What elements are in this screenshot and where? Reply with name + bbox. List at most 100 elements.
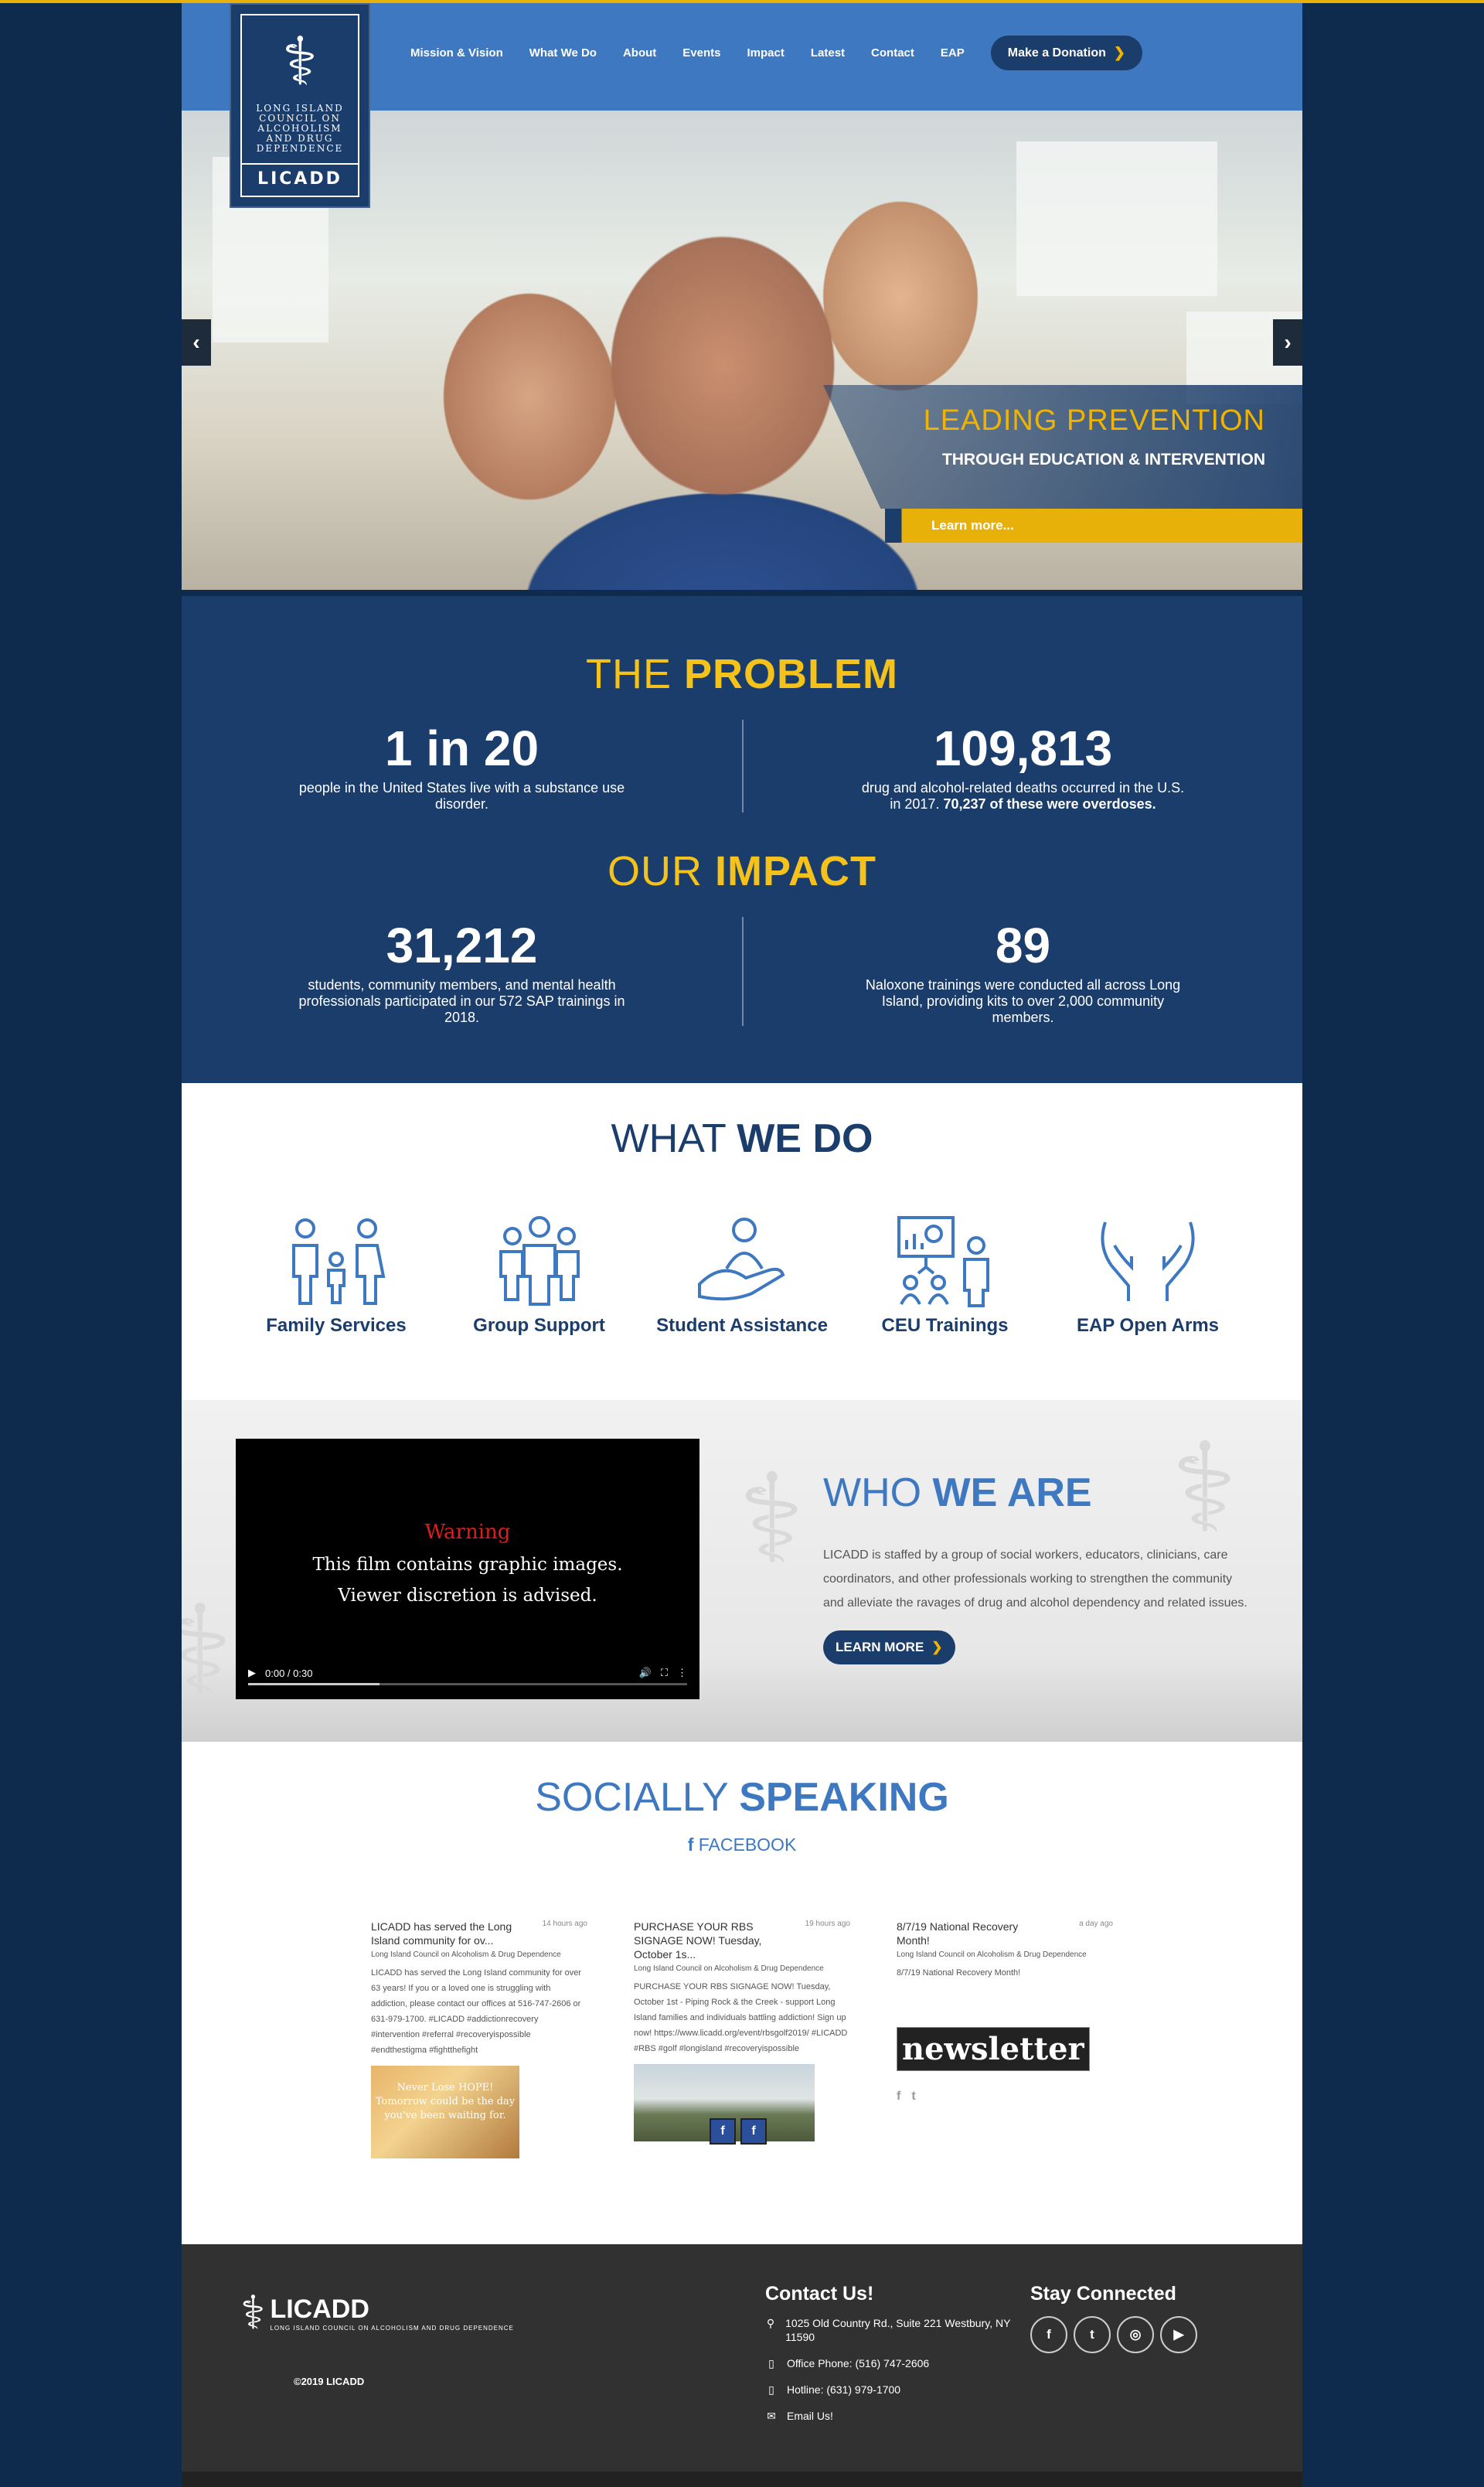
facebook-sign-icon: f	[710, 2118, 736, 2145]
nav-about[interactable]: About	[623, 46, 656, 60]
facebook-icon[interactable]: f	[1030, 2316, 1067, 2353]
nav-contact[interactable]: Contact	[871, 46, 914, 60]
newsletter-image[interactable]: newsletter	[897, 2027, 1113, 2071]
post-image[interactable]: Never Lose HOPE! Tomorrow could be the d…	[371, 2066, 519, 2158]
facebook-sign-icon: f	[740, 2118, 767, 2145]
newsletter-letters: newsletter	[897, 2027, 1090, 2071]
envelope-icon: ✉	[767, 2410, 776, 2422]
instagram-icon[interactable]: ◎	[1117, 2316, 1154, 2353]
facebook-post[interactable]: LICADD has served the Long Island commun…	[371, 1920, 587, 2158]
footer-logo[interactable]: ⚕ LICADD LONG ISLAND COUNCIL ON ALCOHOLI…	[240, 2286, 514, 2340]
stat-text: people in the United States live with a …	[298, 780, 625, 812]
what-we-do-section: WHAT WE DO Family Services Group Support	[182, 1083, 1302, 1400]
copyright: ©2019 LICADD	[294, 2376, 365, 2387]
video-warning-title: Warning	[424, 1521, 511, 1544]
video-buffered	[248, 1683, 380, 1685]
hero-caption-title: LEADING PREVENTION	[923, 404, 1265, 437]
service-label: EAP Open Arms	[1076, 1315, 1220, 1336]
video-progress-bar[interactable]	[248, 1683, 687, 1685]
site-footer: ⚕ LICADD LONG ISLAND COUNCIL ON ALCOHOLI…	[182, 2244, 1302, 2472]
stat-number: 31,212	[386, 918, 538, 973]
learn-more-button[interactable]: LEARN MORE ❯	[823, 1630, 955, 1664]
slider-prev-button[interactable]: ‹	[182, 319, 211, 366]
more-options-icon[interactable]: ⋮	[677, 1667, 687, 1679]
share-icons: f t	[897, 2090, 1113, 2104]
service-ceu-trainings[interactable]: CEU Trainings	[853, 1215, 1038, 1337]
email-link[interactable]: Email Us!	[787, 2409, 833, 2423]
service-group-support[interactable]: Group Support	[447, 1215, 632, 1337]
footer-bottom-bar	[182, 2472, 1302, 2487]
logo-name: LICADD	[242, 163, 358, 189]
hero-learn-more-link[interactable]: Learn more...	[885, 509, 1302, 543]
twitter-icon[interactable]: t	[1074, 2316, 1111, 2353]
office-phone[interactable]: Office Phone: (516) 747-2606	[787, 2356, 929, 2370]
service-family[interactable]: Family Services	[243, 1215, 429, 1337]
learn-more-label: LEARN MORE	[836, 1640, 924, 1654]
post-time: 19 hours ago	[805, 1920, 850, 1928]
post-body: PURCHASE YOUR RBS SIGNAGE NOW! Tuesday, …	[634, 1982, 848, 2053]
nav-eap[interactable]: EAP	[941, 46, 965, 60]
site-header: ⚕ LONG ISLAND COUNCIL ON ALCOHOLISM AND …	[182, 3, 1302, 208]
fullscreen-icon[interactable]: ⛶	[661, 1667, 668, 1679]
post-body: LICADD has served the Long Island commun…	[371, 1968, 582, 2055]
facebook-post[interactable]: PURCHASE YOUR RBS SIGNAGE NOW! Tuesday, …	[634, 1920, 850, 2145]
group-icon	[499, 1216, 580, 1306]
nav-mission-vision[interactable]: Mission & Vision	[410, 46, 503, 60]
facebook-post[interactable]: 8/7/19 National Recovery Month! a day ago…	[897, 1920, 1113, 2104]
twitter-share-icon[interactable]: t	[911, 2090, 915, 2104]
service-label: Student Assistance	[656, 1315, 828, 1336]
donate-label: Make a Donation	[1007, 46, 1106, 60]
donate-button[interactable]: Make a Donation ❯	[990, 36, 1142, 70]
caduceus-key-icon: ⚕	[281, 23, 318, 101]
slider-next-button[interactable]: ›	[1273, 319, 1302, 366]
service-student-assistance[interactable]: Student Assistance	[649, 1215, 835, 1337]
nav-events[interactable]: Events	[682, 46, 720, 60]
facebook-link[interactable]: f FACEBOOK	[182, 1835, 1302, 1855]
background-caduceus-icon: ⚕	[182, 1578, 233, 1722]
main-nav: Mission & Vision What We Do About Events…	[410, 36, 1142, 70]
stay-connected-heading: Stay Connected	[1030, 2283, 1176, 2305]
stat-number: 89	[995, 918, 1051, 973]
service-label: CEU Trainings	[881, 1315, 1009, 1336]
nav-what-we-do[interactable]: What We Do	[529, 46, 597, 60]
problem-heading: THE PROBLEM	[585, 651, 898, 697]
footer-stay-connected: Stay Connected f t ◎ ▶	[1030, 2283, 1197, 2353]
background-caduceus-icon: ⚕	[1171, 1416, 1238, 1560]
stat-text: students, community members, and mental …	[298, 977, 625, 1025]
chevron-right-icon: ❯	[931, 1640, 943, 1654]
nav-impact[interactable]: Impact	[747, 46, 785, 60]
logo-subtitle: LONG ISLAND COUNCIL ON ALCOHOLISM AND DR…	[256, 103, 344, 154]
youtube-icon[interactable]: ▶	[1160, 2316, 1197, 2353]
impact-stats: 31,212 students, community members, and …	[182, 917, 1302, 1026]
hero-caption-subtitle: THROUGH EDUCATION & INTERVENTION	[941, 451, 1265, 468]
address: 1025 Old Country Rd., Suite 221 Westbury…	[785, 2317, 1011, 2343]
stat-text: drug and alcohol-related deaths occurred…	[861, 780, 1185, 812]
post-time: a day ago	[1079, 1920, 1113, 1928]
site-logo[interactable]: ⚕ LONG ISLAND COUNCIL ON ALCOHOLISM AND …	[230, 3, 370, 208]
service-label: Group Support	[473, 1315, 605, 1336]
caduceus-key-icon: ⚕	[240, 2286, 266, 2340]
contact-heading: Contact Us!	[765, 2283, 874, 2305]
nav-latest[interactable]: Latest	[811, 46, 845, 60]
hotline[interactable]: Hotline: (631) 979-1700	[787, 2383, 900, 2397]
play-icon[interactable]: ▶	[248, 1667, 256, 1679]
footer-logo-subtitle: LONG ISLAND COUNCIL ON ALCOHOLISM AND DR…	[270, 2325, 514, 2332]
stat-item: 109,813 drug and alcohol-related deaths …	[742, 720, 1302, 813]
post-image[interactable]: f f	[634, 2064, 815, 2145]
who-we-are-section: ⚕ ⚕ ⚕ Warning This film contains graphic…	[182, 1400, 1302, 1742]
post-time: 14 hours ago	[542, 1920, 587, 1928]
background-caduceus-icon: ⚕	[738, 1446, 805, 1591]
footer-contact: Contact Us! ⚲ 1025 Old Country Rd., Suite…	[765, 2283, 1013, 2435]
warning-video-player[interactable]: Warning This film contains graphic image…	[236, 1439, 699, 1699]
service-label: Family Services	[266, 1315, 407, 1336]
video-controls: ▶ 0:00 / 0:30 🔊 ⛶ ⋮	[248, 1667, 687, 1679]
volume-icon[interactable]: 🔊	[639, 1667, 652, 1679]
stat-number: 109,813	[933, 721, 1113, 776]
facebook-share-icon[interactable]: f	[897, 2090, 900, 2104]
phone-icon: ▯	[768, 2383, 774, 2396]
service-eap-open-arms[interactable]: EAP Open Arms	[1055, 1215, 1241, 1337]
social-heading: SOCIALLY SPEAKING	[535, 1775, 949, 1820]
stat-item: 1 in 20 people in the United States live…	[182, 720, 742, 813]
what-we-do-heading: WHAT WE DO	[611, 1116, 873, 1161]
hero-learn-more-label: Learn more...	[931, 518, 1014, 533]
